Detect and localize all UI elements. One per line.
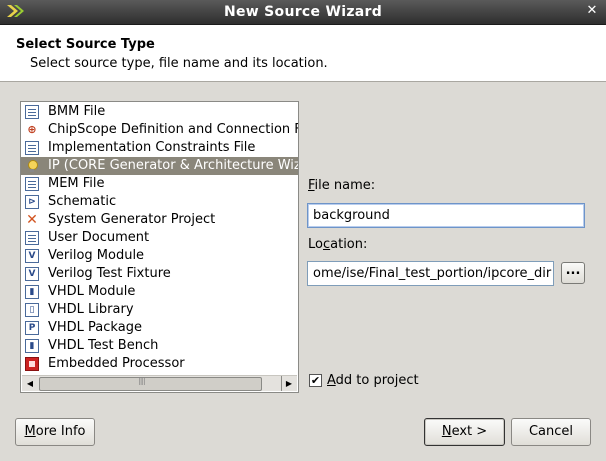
- source-type-label: System Generator Project: [48, 212, 216, 227]
- source-type-item[interactable]: Embedded Processor: [21, 355, 298, 373]
- source-type-item[interactable]: ⊕ ChipScope Definition and Connection Fil…: [21, 121, 298, 139]
- source-type-item[interactable]: MEM File: [21, 175, 298, 193]
- file-name-label: File name:: [308, 178, 376, 193]
- source-type-item[interactable]: ⊳ Schematic: [21, 193, 298, 211]
- source-type-label: User Document: [48, 230, 150, 245]
- processor-icon: [25, 357, 39, 371]
- file-name-field[interactable]: background: [307, 203, 585, 228]
- source-type-label: IP (CORE Generator & Architecture Wizard…: [48, 158, 299, 173]
- source-type-item[interactable]: ▮ VHDL Module: [21, 283, 298, 301]
- source-type-label: VHDL Library: [48, 302, 134, 317]
- vhdl-icon: ▮: [25, 285, 39, 299]
- vhdl-testbench-icon: ▮: [25, 339, 39, 353]
- ip-lightbulb-icon: [25, 159, 39, 173]
- verilog-icon: V: [25, 249, 39, 263]
- schematic-icon: ⊳: [25, 195, 39, 209]
- page-subtitle: Select source type, file name and its lo…: [30, 56, 328, 71]
- window-title: New Source Wizard: [223, 4, 383, 20]
- source-type-item[interactable]: V Verilog Module: [21, 247, 298, 265]
- scrollbar-thumb[interactable]: [39, 376, 262, 391]
- source-type-item[interactable]: V Verilog Test Fixture: [21, 265, 298, 283]
- source-type-item[interactable]: P VHDL Package: [21, 319, 298, 337]
- source-type-items: BMM File ⊕ ChipScope Definition and Connec…: [21, 103, 298, 373]
- next-button[interactable]: Next >: [424, 418, 505, 446]
- source-type-label: Schematic: [48, 194, 117, 209]
- source-type-label: BMM File: [48, 104, 106, 119]
- source-type-label: Verilog Test Fixture: [48, 266, 171, 281]
- add-to-project-label[interactable]: Add to project: [327, 373, 419, 388]
- source-type-item[interactable]: BMM File: [21, 103, 298, 121]
- source-type-item[interactable]: Implementation Constraints File: [21, 139, 298, 157]
- more-info-button[interactable]: More Info: [15, 418, 95, 446]
- source-type-item[interactable]: User Document: [21, 229, 298, 247]
- verilog-test-icon: V: [25, 267, 39, 281]
- source-type-label: VHDL Module: [48, 284, 136, 299]
- source-type-label: VHDL Test Bench: [48, 338, 159, 353]
- cancel-button[interactable]: Cancel: [511, 418, 591, 446]
- source-type-item[interactable]: ▮ VHDL Test Bench: [21, 337, 298, 355]
- source-type-item[interactable]: IP (CORE Generator & Architecture Wizard…: [21, 157, 298, 175]
- source-type-label: MEM File: [48, 176, 105, 191]
- doc-icon: [25, 105, 39, 119]
- scroll-left-icon[interactable]: ◀: [23, 376, 37, 391]
- sysgen-icon: [25, 211, 39, 229]
- source-type-label: Embedded Processor: [48, 356, 185, 371]
- source-type-item[interactable]: System Generator Project: [21, 211, 298, 229]
- vhdl-package-icon: P: [25, 321, 39, 335]
- doc-icon: [25, 177, 39, 191]
- doc-icon: [25, 231, 39, 245]
- location-label: Location:: [308, 237, 368, 252]
- browse-button[interactable]: ...: [561, 262, 585, 284]
- chipscope-icon: ⊕: [25, 123, 39, 137]
- page-title: Select Source Type: [16, 37, 155, 52]
- source-type-list[interactable]: BMM File ⊕ ChipScope Definition and Connec…: [20, 101, 299, 393]
- source-type-item[interactable]: ▯ VHDL Library: [21, 301, 298, 319]
- add-to-project-checkbox[interactable]: ✔: [309, 374, 322, 387]
- doc-icon: [25, 141, 39, 155]
- location-field[interactable]: ome/ise/Final_test_portion/ipcore_dir: [307, 261, 554, 286]
- close-icon[interactable]: ✕: [584, 3, 600, 19]
- source-type-label: Verilog Module: [48, 248, 145, 263]
- wizard-header: Select Source Type Select source type, f…: [0, 25, 606, 81]
- vhdl-library-icon: ▯: [25, 303, 39, 317]
- source-type-label: Implementation Constraints File: [48, 140, 256, 155]
- source-type-label: ChipScope Definition and Connection File: [48, 122, 299, 137]
- horizontal-scrollbar[interactable]: ◀ ▶: [22, 375, 297, 391]
- source-type-label: VHDL Package: [48, 320, 142, 335]
- header-divider: [0, 81, 606, 82]
- scroll-right-icon[interactable]: ▶: [281, 376, 296, 391]
- title-bar: New Source Wizard ✕: [0, 0, 606, 25]
